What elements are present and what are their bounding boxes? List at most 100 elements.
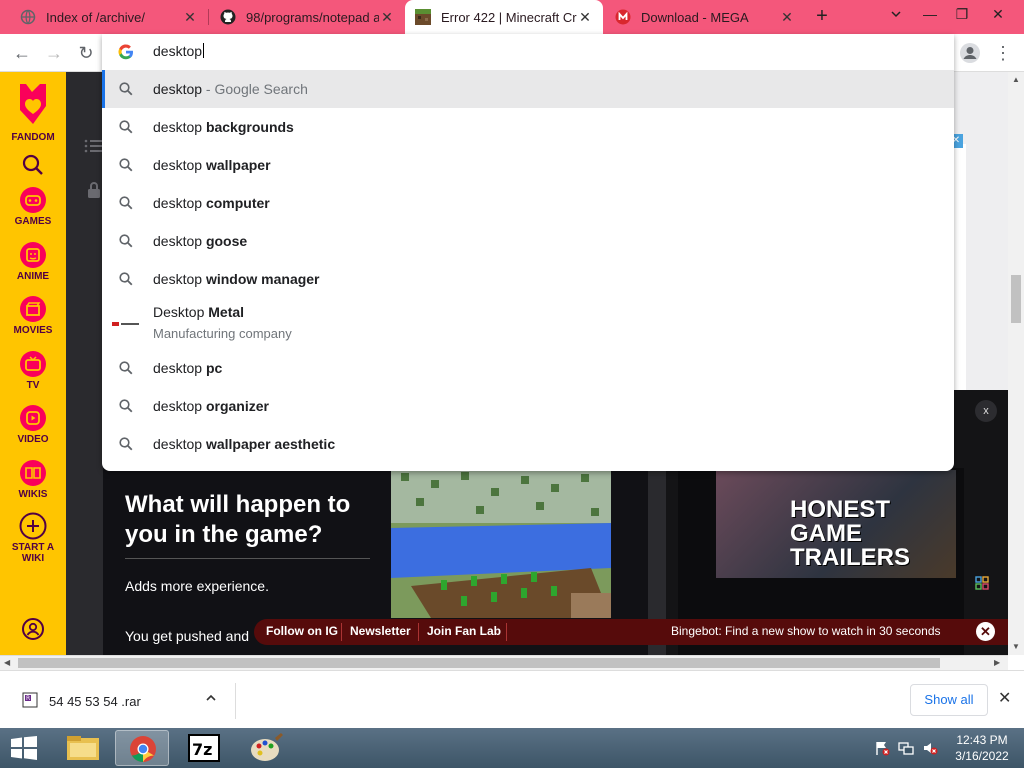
nav-item-start-a-wiki[interactable]: START A WIKI [0,512,66,564]
suggestion-item[interactable]: desktop - Google Search [102,70,954,108]
show-all-button[interactable]: Show all [910,684,988,716]
windows-start-icon[interactable] [10,736,38,763]
scroll-up-arrow-icon[interactable]: ▲ [1012,75,1020,84]
scroll-right-arrow-icon[interactable]: ▶ [994,658,1000,667]
tab-github-notepad[interactable]: 98/programs/notepad at ✕ [210,0,405,34]
scroll-left-arrow-icon[interactable]: ◀ [4,658,10,667]
tab-title: Index of /archive/ [46,9,145,25]
nav-item-label: MOVIES [13,325,53,336]
suggestion-text: desktop goose [153,233,248,249]
omnibox-dropdown: desktop desktop - Google Search desktop … [102,34,954,471]
tab-close-icon[interactable]: ✕ [577,9,593,26]
ad-close-button[interactable]: x [975,400,997,422]
controller-icon [19,186,47,214]
suggestion-item[interactable]: desktop window manager [102,260,954,298]
svg-text:R: R [26,695,30,702]
suggestion-item[interactable]: desktop wallpaper aesthetic [102,425,954,463]
anime-icon [19,241,47,269]
downloads-close-button[interactable]: ✕ [998,688,1011,708]
suggestion-item[interactable]: desktop wallpaper [102,146,954,184]
mega-icon [615,9,631,25]
tab-close-icon[interactable]: ✕ [379,9,395,26]
lock-icon[interactable] [84,180,104,200]
scrollbar-thumb[interactable] [1011,275,1021,323]
bingebot-promo-link[interactable]: Bingebot: Find a new show to watch in 30… [671,624,941,638]
tv-icon [19,350,47,378]
suggestion-item[interactable]: desktop pc [102,349,954,387]
back-button[interactable]: ← [10,41,34,65]
omnibox[interactable]: desktop [102,34,954,70]
nav-item-games[interactable]: GAMES [0,186,66,227]
entity-suggestion-item[interactable]: Desktop Metal Manufacturing company [102,298,954,350]
profile-avatar-icon[interactable] [958,41,982,65]
tab-search-chevron-icon[interactable] [890,8,902,23]
chrome-menu-button[interactable]: ⋮ [994,41,1012,65]
search-icon [118,271,134,287]
tab-title: Error 422 | Minecraft Cre [441,9,577,25]
window-close-button[interactable]: ✕ [984,3,1012,25]
suggestion-item[interactable]: desktop backgrounds [102,108,954,146]
nav-item-label: GAMES [14,216,52,227]
tab-close-icon[interactable]: ✕ [182,9,198,26]
tab-index-archive[interactable]: Index of /archive/ ✕ [10,0,208,34]
nav-item-tv[interactable]: TV [0,350,66,391]
tab-mega-download[interactable]: Download - MEGA ✕ [605,0,805,34]
search-icon [118,436,134,452]
clapper-icon [19,295,47,323]
divider [341,623,342,641]
article-paragraph: Adds more experience. [125,578,269,594]
reload-button[interactable]: ↻ [74,41,98,65]
suggestion-text: desktop backgrounds [153,119,294,135]
suggestion-text: desktop window manager [153,271,320,287]
play-icon [19,404,47,432]
newsletter-link[interactable]: Newsletter [350,624,411,638]
follow-on-ig-link[interactable]: Follow on IG [266,624,338,638]
desktop-metal-logo-icon [111,316,141,332]
7zip-icon[interactable]: 7z [177,730,231,766]
article-heading: What will happen to you in the game? [125,491,351,548]
scroll-down-arrow-icon[interactable]: ▼ [1012,642,1020,651]
user-account-icon[interactable] [21,617,45,644]
bottom-bar-close-button[interactable]: ✕ [976,622,995,641]
nav-item-movies[interactable]: MOVIES [0,295,66,336]
suggestion-text: desktop - Google Search [153,81,308,97]
vertical-scrollbar[interactable]: ▲ ▼ [1008,72,1024,655]
tab-close-icon[interactable]: ✕ [779,9,795,26]
tab-error-422-minecraft[interactable]: Error 422 | Minecraft Cre ✕ [405,0,603,34]
join-fan-lab-link[interactable]: Join Fan Lab [427,624,501,638]
scrollbar-thumb[interactable] [18,658,940,668]
fandom-logo-icon[interactable] [14,80,52,131]
chevron-up-icon[interactable] [205,692,217,707]
taskbar-clock[interactable]: 12:43 PM 3/16/2022 [950,732,1014,764]
horizontal-scrollbar[interactable]: ◀ ▶ [0,655,1008,670]
search-icon [118,157,134,173]
tab-title: Download - MEGA [641,9,749,25]
clock-date: 3/16/2022 [955,749,1009,763]
volume-muted-icon[interactable] [922,740,938,756]
book-icon [19,459,47,487]
action-center-flag-icon[interactable] [874,740,890,756]
search-icon [118,233,134,249]
omnibox-input[interactable]: desktop [153,43,204,59]
chrome-icon[interactable] [115,730,169,766]
github-icon [220,9,236,25]
plus-circle-icon [19,512,47,540]
nav-item-label: START A [11,542,55,553]
suggestion-item[interactable]: desktop goose [102,222,954,260]
file-explorer-icon[interactable] [56,730,110,766]
paint-icon[interactable] [239,730,293,766]
new-tab-button[interactable]: + [810,5,834,29]
download-item[interactable]: R 54 45 53 54 .rar [12,683,236,719]
nav-item-video[interactable]: VIDEO [0,404,66,445]
nav-item-anime[interactable]: ANIME [0,241,66,282]
search-icon[interactable] [21,153,45,180]
ad-choices-icon[interactable] [975,576,989,590]
network-icon[interactable] [898,740,914,756]
forward-button[interactable]: → [42,41,66,65]
nav-item-wikis[interactable]: WIKIS [0,459,66,500]
minimize-button[interactable]: — [916,3,944,25]
restore-button[interactable]: ❐ [948,3,976,25]
suggestion-item[interactable]: desktop computer [102,184,954,222]
suggestion-item[interactable]: desktop organizer [102,387,954,425]
suggestion-text: desktop wallpaper aesthetic [153,436,336,452]
